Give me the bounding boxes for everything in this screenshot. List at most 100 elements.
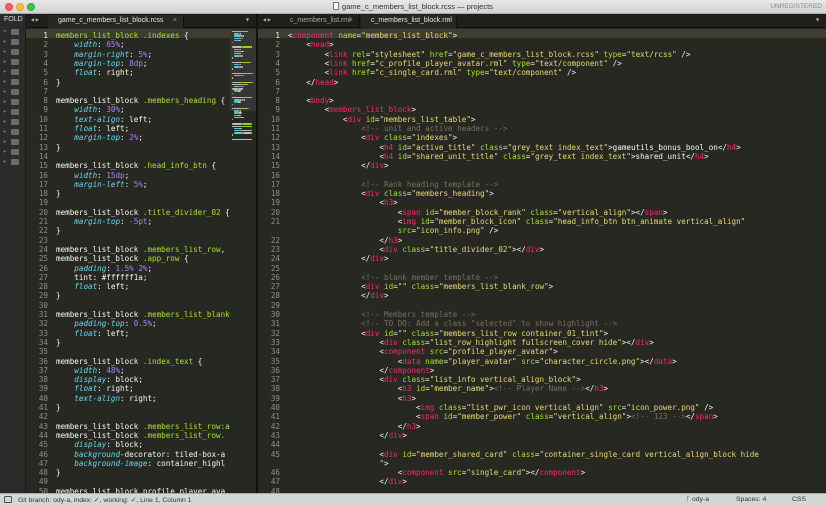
code-line[interactable]: members_list_block .indexes { — [56, 31, 189, 40]
code-line[interactable]: float: right; — [56, 68, 133, 77]
code-line[interactable]: members_list_block .members_list_blank — [56, 310, 230, 319]
code-line[interactable]: float: left; — [56, 282, 129, 291]
disclosure-arrow-icon[interactable]: ▸ — [3, 148, 7, 155]
sidebar-folder-item[interactable]: ▸ — [3, 58, 25, 66]
code-line[interactable]: display: block; — [56, 440, 143, 449]
code-line[interactable]: </head> — [288, 78, 338, 87]
code-line[interactable]: <!-- blank member template --> — [288, 273, 498, 282]
disclosure-arrow-icon[interactable]: ▾ — [3, 28, 7, 35]
tab-nav-arrows-icon[interactable]: ◂▸ — [262, 15, 272, 24]
disclosure-arrow-icon[interactable]: ▸ — [3, 88, 7, 95]
code-line[interactable]: background-image: container_highl — [56, 459, 225, 468]
code-line[interactable]: padding: 1.5% 2%; — [56, 264, 152, 273]
tab-c-members-list-block-rml[interactable]: c_members_list_block.rml × — [361, 15, 457, 28]
sidebar-folder-item[interactable]: ▾ — [3, 28, 25, 36]
code-line[interactable]: padding-top: 0.5%; — [56, 319, 156, 328]
code-line[interactable]: members_list_block .title_divider_02 { — [56, 208, 230, 217]
left-minimap[interactable] — [230, 29, 256, 493]
code-line[interactable]: </div> — [288, 161, 388, 170]
close-tab-icon[interactable]: × — [173, 17, 177, 24]
sidebar-folder-item[interactable]: ▸ — [3, 138, 25, 146]
code-line[interactable]: <head> — [288, 40, 333, 49]
sidebar-folder-item[interactable]: ▸ — [3, 68, 25, 76]
sidebar-folder-item[interactable]: ▸ — [3, 128, 25, 136]
code-line[interactable]: <span id="member_power" class="vertical_… — [288, 412, 718, 421]
code-line[interactable]: } — [56, 226, 61, 235]
code-line[interactable]: "> — [288, 459, 388, 468]
code-line[interactable]: <component src="profile_player_avatar"> — [288, 347, 557, 356]
code-line[interactable]: <h3> — [288, 394, 416, 403]
code-line[interactable]: } — [56, 403, 61, 412]
code-line[interactable]: <component name="members_list_block"> — [288, 31, 457, 40]
code-line[interactable]: members_list_block .index_text { — [56, 357, 202, 366]
sidebar-folder-item[interactable]: ▸ — [3, 78, 25, 86]
code-line[interactable]: members_list_block .members_heading { — [56, 96, 225, 105]
disclosure-arrow-icon[interactable]: ▸ — [3, 38, 7, 45]
code-line[interactable]: <img class="list_pwr_icon vertical_align… — [288, 403, 713, 412]
code-line[interactable]: <span id="member_block_rank" class="vert… — [288, 208, 668, 217]
sidebar-folder-item[interactable]: ▸ — [3, 158, 25, 166]
code-line[interactable]: </div> — [288, 477, 406, 486]
code-line[interactable]: <link rel="stylesheet" href="game_c_memb… — [288, 50, 691, 59]
code-line[interactable]: <div id="member_shared_card" class="cont… — [288, 450, 759, 459]
sidebar-folder-item[interactable]: ▸ — [3, 48, 25, 56]
tab-dropdown-icon[interactable]: ▾ — [245, 15, 250, 24]
code-line[interactable]: } — [56, 468, 61, 477]
code-line[interactable]: members_list_block .members_list_row, — [56, 245, 225, 254]
code-line[interactable]: width: 15dp; — [56, 171, 129, 180]
syntax-selector[interactable]: CSS — [792, 496, 806, 503]
code-line[interactable]: </h3> — [288, 422, 421, 431]
sidebar-folder-item[interactable]: ▸ — [3, 118, 25, 126]
sidebar-folder-item[interactable]: ▸ — [3, 38, 25, 46]
disclosure-arrow-icon[interactable]: ▸ — [3, 108, 7, 115]
left-editor-pane[interactable]: 1 2 3 4 5 6 7 8 9 10 11 12 13 14 15 16 17 18 19 20 21 22 23 24 2… — [26, 29, 256, 493]
disclosure-arrow-icon[interactable]: ▸ — [3, 48, 7, 55]
disclosure-arrow-icon[interactable]: ▸ — [3, 78, 7, 85]
code-line[interactable]: float: right; — [56, 384, 133, 393]
code-line[interactable]: members_list_block .app_row { — [56, 254, 189, 263]
code-line[interactable]: margin-top: 8dp; — [56, 59, 147, 68]
code-line[interactable]: </h3> — [288, 236, 402, 245]
code-line[interactable]: <div id="members_list_table"> — [288, 115, 476, 124]
code-line[interactable]: src="icon_info.png" /> — [288, 226, 499, 235]
code-line[interactable]: margin-top: -5pt; — [56, 217, 152, 226]
code-line[interactable]: } — [56, 189, 61, 198]
code-line[interactable]: members_list_block .head_info_btn { — [56, 161, 216, 170]
sidebar-folder-item[interactable]: ▸ — [3, 88, 25, 96]
sidebar-folder-item[interactable]: ▸ — [3, 148, 25, 156]
tab-c-members-list-rml[interactable]: c_members_list.rml × — [280, 15, 360, 28]
code-line[interactable]: <div id="" class="members_list_blank_row… — [288, 282, 553, 291]
close-tab-icon[interactable]: × — [349, 17, 353, 24]
code-line[interactable]: <!-- unit and active headers --> — [288, 124, 507, 133]
code-line[interactable]: } — [56, 291, 61, 300]
code-line[interactable]: <h3 id="member_name"><!-- Player Name --… — [288, 384, 608, 393]
code-line[interactable]: </div> — [288, 254, 388, 263]
code-line[interactable]: <div class="list_info vertical_align_blo… — [288, 375, 580, 384]
disclosure-arrow-icon[interactable]: ▸ — [3, 68, 7, 75]
code-line[interactable]: width: 30%; — [56, 105, 124, 114]
close-tab-icon[interactable]: × — [446, 17, 450, 24]
tab-game-c-members-list-block-rcss[interactable]: game_c_members_list_block.rcss × — [48, 15, 184, 28]
disclosure-arrow-icon[interactable]: ▸ — [3, 98, 7, 105]
code-line[interactable]: <data name="player_avatar" src="characte… — [288, 357, 677, 366]
disclosure-arrow-icon[interactable]: ▸ — [3, 58, 7, 65]
code-line[interactable]: members_list_block .members_list_row. — [56, 431, 225, 440]
right-editor-pane[interactable]: 1 2 3 4 5 6 7 8 9 10 11 12 13 14 15 16 17 18 19 20 21 22 23 24 2… — [258, 29, 826, 493]
code-line[interactable]: } — [56, 338, 61, 347]
code-line[interactable]: <!-- Members template --> — [288, 310, 475, 319]
indentation-setting[interactable]: Spaces: 4 — [736, 496, 766, 503]
code-line[interactable]: </component> — [288, 366, 434, 375]
code-line[interactable]: members_list_block .members_list_row:a — [56, 422, 230, 431]
code-line[interactable]: float: left; — [56, 329, 129, 338]
disclosure-arrow-icon[interactable]: ▸ — [3, 158, 7, 165]
code-line[interactable]: width: 48%; — [56, 366, 124, 375]
code-line[interactable]: </div> — [288, 431, 406, 440]
code-line[interactable]: <!-- Rank heading template --> — [288, 180, 498, 189]
panel-toggle-icon[interactable] — [4, 496, 12, 503]
code-line[interactable]: <h3> — [288, 198, 397, 207]
code-line[interactable]: } — [56, 143, 61, 152]
code-line[interactable]: float: left; — [56, 124, 129, 133]
code-line[interactable]: <h4 id="shared_unit_title" class="grey_t… — [288, 152, 708, 161]
code-line[interactable]: display: block; — [56, 375, 143, 384]
code-line[interactable]: width: 65%; — [56, 40, 124, 49]
